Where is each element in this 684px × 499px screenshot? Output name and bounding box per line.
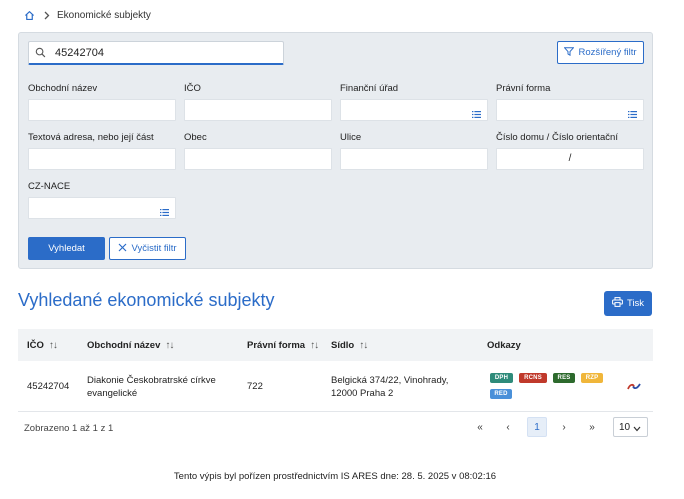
generated-timestamp: Tento výpis byl pořízen prostřednictvím … xyxy=(173,471,497,482)
sort-icon[interactable]: ↑↓ xyxy=(49,340,58,351)
advanced-filter-label: Rozšířený filtr xyxy=(578,47,637,58)
label-textova-adresa: Textová adresa, nebo její část xyxy=(28,132,154,143)
col-ico[interactable]: IČO ↑↓ xyxy=(27,340,58,351)
col-odkazy-label: Odkazy xyxy=(487,340,521,351)
cell-ico: 45242704 xyxy=(27,381,70,392)
col-pravni-forma[interactable]: Právní forma ↑↓ xyxy=(247,340,319,351)
label-obchodni-nazev: Obchodní název xyxy=(28,83,98,94)
list-icon[interactable] xyxy=(160,204,169,216)
printer-icon xyxy=(612,297,623,310)
cell-name-line1: Diakonie Českobratrské církve xyxy=(87,375,216,386)
col-odkazy: Odkazy xyxy=(487,340,521,351)
search-button[interactable]: Vyhledat xyxy=(28,237,105,260)
chevron-right-icon xyxy=(44,11,50,20)
filter-panel: Rozšířený filtr Obchodní název IČO Finan… xyxy=(18,32,653,269)
clear-filter-label: Vyčistit filtr xyxy=(131,243,177,254)
cislo-separator: / xyxy=(568,153,572,164)
home-icon[interactable] xyxy=(22,8,36,22)
obec-field[interactable] xyxy=(184,148,332,170)
table-header: IČO ↑↓ Obchodní název ↑↓ Právní forma ↑↓… xyxy=(18,329,653,361)
col-obchodni-nazev-label: Obchodní název xyxy=(87,340,161,351)
search-box[interactable] xyxy=(28,41,284,65)
label-pravni-forma: Právní forma xyxy=(496,83,551,94)
badge-res[interactable]: RES xyxy=(553,373,575,383)
advanced-filter-button[interactable]: Rozšířený filtr xyxy=(557,41,644,64)
current-page-button[interactable]: 1 xyxy=(527,417,547,437)
last-page-button[interactable]: » xyxy=(582,417,602,437)
list-icon[interactable] xyxy=(472,106,481,118)
search-icon xyxy=(35,47,47,59)
print-button[interactable]: Tisk xyxy=(604,291,652,316)
external-link-icon[interactable] xyxy=(627,379,641,397)
close-icon xyxy=(118,243,127,255)
cell-sidlo-line1: Belgická 374/22, Vinohrady, xyxy=(331,375,449,386)
badge-red[interactable]: RED xyxy=(490,389,512,399)
sort-icon[interactable]: ↑↓ xyxy=(310,340,319,351)
label-ico: IČO xyxy=(184,83,201,94)
cell-name-line2: evangelické xyxy=(87,388,138,399)
label-obec: Obec xyxy=(184,132,207,143)
label-financni-urad: Finanční úřad xyxy=(340,83,399,94)
cell-sidlo: Belgická 374/22, Vinohrady, 12000 Praha … xyxy=(331,374,448,400)
badge-dph[interactable]: DPH xyxy=(490,373,513,383)
label-cislo-domu: Číslo domu / Číslo orientační xyxy=(496,132,618,143)
page-size-select[interactable]: 10 xyxy=(613,417,648,437)
cislo-domu-field[interactable]: / xyxy=(496,148,644,170)
first-page-button[interactable]: « xyxy=(470,417,490,437)
obchodni-nazev-field[interactable] xyxy=(28,99,176,121)
print-label: Tisk xyxy=(626,298,645,309)
shown-count: Zobrazeno 1 až 1 z 1 xyxy=(24,423,114,434)
table-footer: Zobrazeno 1 až 1 z 1 « ‹ 1 › » 10 xyxy=(18,413,653,443)
ico-field[interactable] xyxy=(184,99,332,121)
filter-icon xyxy=(563,46,575,59)
sort-icon[interactable]: ↑↓ xyxy=(359,340,368,351)
col-sidlo[interactable]: Sídlo ↑↓ xyxy=(331,340,368,351)
chevron-down-icon xyxy=(633,424,641,432)
table-row[interactable]: 45242704 Diakonie Českobratrské církve e… xyxy=(18,361,653,412)
search-input[interactable] xyxy=(55,46,255,59)
badge-rcns[interactable]: RCNS xyxy=(519,373,547,383)
label-ulice: Ulice xyxy=(340,132,362,143)
ulice-field[interactable] xyxy=(340,148,488,170)
sort-icon[interactable]: ↑↓ xyxy=(165,340,174,351)
list-icon[interactable] xyxy=(628,106,637,118)
financni-urad-select[interactable] xyxy=(340,99,488,121)
cell-sidlo-line2: 12000 Praha 2 xyxy=(331,388,394,399)
pravni-forma-select[interactable] xyxy=(496,99,644,121)
breadcrumb: Ekonomické subjekty xyxy=(22,6,151,24)
page-size-value: 10 xyxy=(619,421,631,433)
prev-page-button[interactable]: ‹ xyxy=(498,417,518,437)
next-page-button[interactable]: › xyxy=(554,417,574,437)
clear-filter-button[interactable]: Vyčistit filtr xyxy=(109,237,186,260)
cell-pravni-forma: 722 xyxy=(247,381,263,392)
col-pravni-forma-label: Právní forma xyxy=(247,340,306,351)
textova-adresa-field[interactable] xyxy=(28,148,176,170)
results-title: Vyhledané ekonomické subjekty xyxy=(18,290,275,310)
col-obchodni-nazev[interactable]: Obchodní název ↑↓ xyxy=(87,340,174,351)
col-ico-label: IČO xyxy=(27,340,44,351)
col-sidlo-label: Sídlo xyxy=(331,340,355,351)
label-cz-nace: CZ-NACE xyxy=(28,181,71,192)
breadcrumb-current: Ekonomické subjekty xyxy=(57,9,151,21)
cz-nace-select[interactable] xyxy=(28,197,176,219)
badge-rzp[interactable]: RZP xyxy=(581,373,603,383)
cell-obchodni-nazev[interactable]: Diakonie Českobratrské církve evangelick… xyxy=(87,374,216,400)
